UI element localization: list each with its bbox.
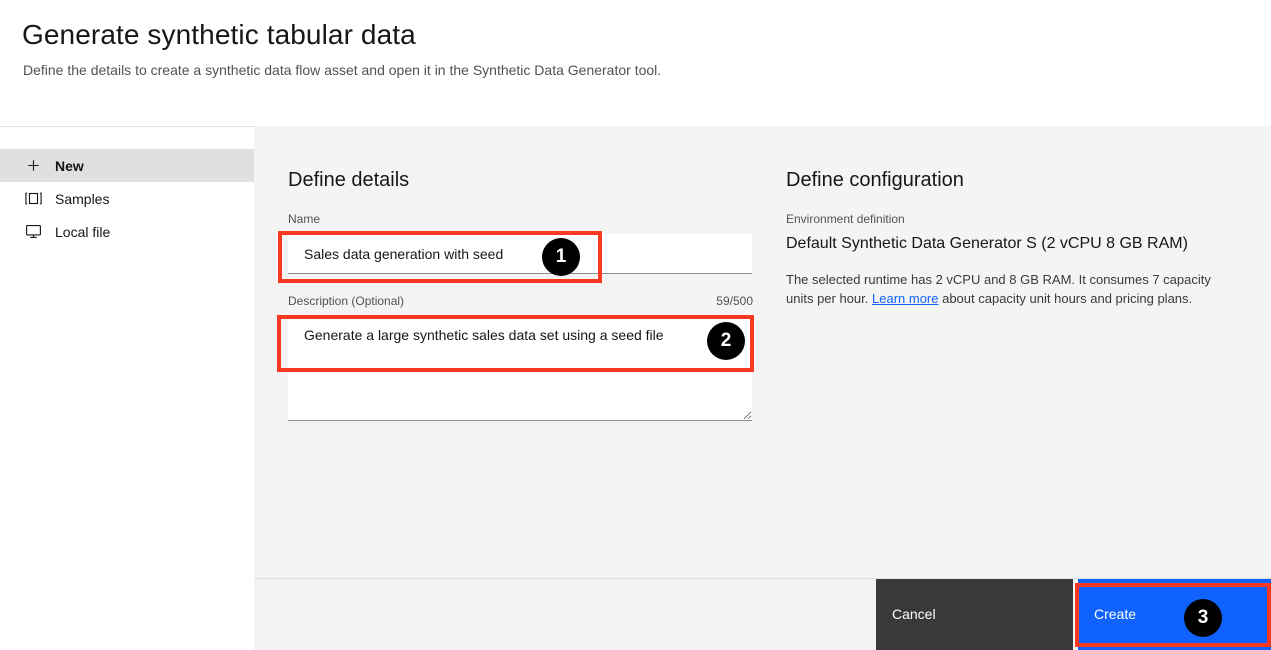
define-details-heading: Define details: [288, 169, 410, 191]
create-button[interactable]: Create: [1078, 579, 1271, 650]
name-input[interactable]: [288, 234, 752, 274]
environment-definition-label: Environment definition: [786, 212, 905, 226]
plus-icon: [25, 157, 42, 174]
learn-more-link[interactable]: Learn more: [872, 291, 938, 306]
name-label: Name: [288, 212, 321, 226]
sidebar-item-label: New: [55, 157, 84, 174]
sidebar-item-new[interactable]: New: [0, 149, 254, 182]
footer-action-bar: Cancel Create: [254, 578, 1271, 650]
page-title: Generate synthetic tabular data: [22, 19, 416, 50]
environment-description-text-after: about capacity unit hours and pricing pl…: [938, 291, 1193, 306]
page-subtitle: Define the details to create a synthetic…: [23, 62, 662, 78]
description-char-counter: 59/500: [716, 294, 753, 308]
environment-description: The selected runtime has 2 vCPU and 8 GB…: [786, 270, 1224, 308]
monitor-icon: [25, 223, 42, 240]
sidebar-item-local-file[interactable]: Local file: [0, 215, 254, 248]
page-header: Generate synthetic tabular data Define t…: [0, 0, 1271, 126]
cancel-button[interactable]: Cancel: [876, 579, 1073, 650]
sidebar: New Samples Local file: [0, 126, 254, 650]
environment-definition-value: Default Synthetic Data Generator S (2 vC…: [786, 235, 1188, 252]
samples-icon: [25, 190, 42, 207]
body-area: New Samples Local file Define details Na…: [0, 126, 1271, 650]
sidebar-item-samples[interactable]: Samples: [0, 182, 254, 215]
content-panel: Define details Name Description (Optiona…: [254, 126, 1271, 650]
define-configuration-heading: Define configuration: [786, 169, 964, 191]
description-input[interactable]: [288, 315, 752, 421]
sidebar-item-label: Local file: [55, 223, 111, 240]
sidebar-item-label: Samples: [55, 190, 110, 207]
description-label: Description (Optional): [288, 294, 405, 308]
